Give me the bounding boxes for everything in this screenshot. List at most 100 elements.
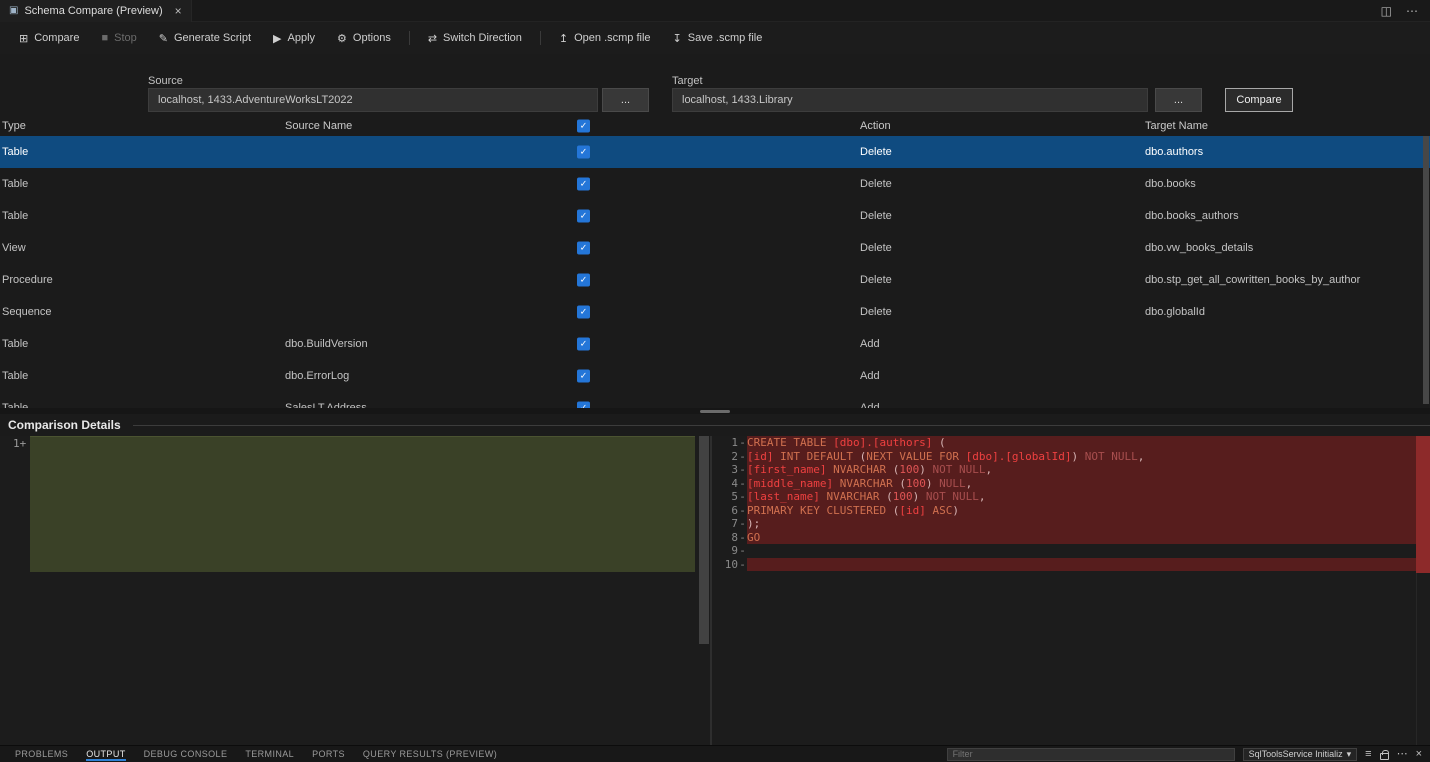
toolbar-separator	[540, 31, 541, 45]
table-row[interactable]: TableSalesLT.Address✓Add	[0, 392, 1430, 408]
row-include-checkbox[interactable]: ✓	[577, 306, 590, 319]
row-action: Delete	[860, 146, 892, 158]
row-checkbox-cell: ✓	[577, 338, 590, 351]
lock-scroll-icon[interactable]	[1380, 753, 1389, 760]
comparison-details-header: Comparison Details	[0, 414, 1430, 436]
switch-direction-icon: ⇄	[428, 32, 437, 45]
tab-close-icon[interactable]: ×	[175, 4, 182, 18]
toolbar-switch-direction-button[interactable]: ⇄Switch Direction	[417, 27, 533, 50]
row-include-checkbox[interactable]: ✓	[577, 274, 590, 287]
toolbar-generate-script-button[interactable]: ✎Generate Script	[148, 27, 262, 50]
row-include-checkbox[interactable]: ✓	[577, 338, 590, 351]
overview-removed-marker	[1416, 436, 1430, 573]
table-row[interactable]: Procedure✓Deletedbo.stp_get_all_cowritte…	[0, 264, 1430, 296]
table-row[interactable]: Table✓Deletedbo.books	[0, 168, 1430, 200]
diff-code-line: 7-);	[712, 517, 1430, 531]
line-number: 4	[712, 477, 738, 491]
panel-tab-ports[interactable]: PORTS	[303, 746, 354, 762]
diff-code-line: 9-	[712, 544, 1430, 558]
split-editor-icon[interactable]: ◫	[1381, 4, 1392, 18]
tab-schema-compare[interactable]: ▣ Schema Compare (Preview) ×	[0, 0, 192, 22]
details-divider	[133, 425, 1430, 426]
diff-code-line: 8-GO	[712, 531, 1430, 545]
output-filter-input[interactable]	[947, 748, 1235, 761]
toolbar-compare-label: Compare	[34, 32, 79, 44]
toolbar-stop-label: Stop	[114, 32, 137, 44]
row-type: Table	[2, 178, 28, 190]
toolbar-compare-button[interactable]: ⊞Compare	[8, 27, 90, 50]
source-pane-scrollbar[interactable]	[699, 436, 709, 644]
toolbar-options-label: Options	[353, 32, 391, 44]
diff-source-pane[interactable]: 1+	[0, 436, 712, 745]
target-connection-input[interactable]	[672, 88, 1148, 112]
line-number: 10	[712, 558, 738, 572]
column-header-type[interactable]: Type	[2, 120, 26, 132]
save-scmp-icon: ↧	[673, 32, 682, 45]
table-row[interactable]: Sequence✓Deletedbo.globalId	[0, 296, 1430, 328]
output-channel-select[interactable]: SqlToolsService Initializ ▾	[1243, 748, 1358, 761]
code-text: );	[747, 517, 1430, 531]
table-row[interactable]: Table✓Deletedbo.books_authors	[0, 200, 1430, 232]
diff-target-pane[interactable]: 1-CREATE TABLE [dbo].[authors] (2-[id] I…	[712, 436, 1430, 745]
toolbar-save-scmp-button[interactable]: ↧Save .scmp file	[662, 27, 774, 50]
line-number: 3	[712, 463, 738, 477]
row-action: Delete	[860, 210, 892, 222]
close-panel-icon[interactable]: ×	[1416, 749, 1422, 760]
sash-grip[interactable]	[700, 410, 730, 413]
table-row[interactable]: View✓Deletedbo.vw_books_details	[0, 232, 1430, 264]
target-browse-button[interactable]: ...	[1155, 88, 1202, 112]
panel-tab-terminal[interactable]: TERMINAL	[236, 746, 303, 762]
diff-removed-marker: -	[738, 436, 747, 450]
row-action: Delete	[860, 178, 892, 190]
panel-tab-problems[interactable]: PROBLEMS	[6, 746, 77, 762]
more-panel-actions-icon[interactable]: ⋯	[1397, 749, 1408, 760]
column-header-source-name[interactable]: Source Name	[285, 120, 352, 132]
overview-ruler[interactable]	[1416, 436, 1430, 745]
row-checkbox-cell: ✓	[577, 370, 590, 383]
target-code-lines: 1-CREATE TABLE [dbo].[authors] (2-[id] I…	[712, 436, 1430, 571]
table-row[interactable]: Tabledbo.ErrorLog✓Add	[0, 360, 1430, 392]
chevron-down-icon: ▾	[1347, 749, 1352, 760]
table-row[interactable]: Tabledbo.BuildVersion✓Add	[0, 328, 1430, 360]
output-list-icon[interactable]: ≡	[1365, 749, 1371, 760]
toolbar-apply-label: Apply	[288, 32, 316, 44]
row-include-checkbox[interactable]: ✓	[577, 146, 590, 159]
more-editor-actions-icon[interactable]: ⋯	[1406, 4, 1418, 18]
panel-tab-debug-console[interactable]: DEBUG CONSOLE	[135, 746, 237, 762]
row-include-checkbox[interactable]: ✓	[577, 210, 590, 223]
column-header-action[interactable]: Action	[860, 120, 891, 132]
diff-removed-marker: -	[738, 531, 747, 545]
diff-code-line: 3-[first_name] NVARCHAR (100) NOT NULL,	[712, 463, 1430, 477]
row-include-checkbox[interactable]: ✓	[577, 370, 590, 383]
toolbar-open-scmp-button[interactable]: ↥Open .scmp file	[548, 27, 662, 50]
diff-code-line: 6-PRIMARY KEY CLUSTERED ([id] ASC)	[712, 504, 1430, 518]
editor-actions: ◫⋯	[1381, 4, 1430, 18]
grid-vertical-scrollbar[interactable]	[1423, 136, 1429, 404]
diff-editor: 1+ 1-CREATE TABLE [dbo].[authors] (2-[id…	[0, 436, 1430, 745]
code-text: [first_name] NVARCHAR (100) NOT NULL,	[747, 463, 1430, 477]
row-source-name: dbo.ErrorLog	[285, 370, 349, 382]
table-row[interactable]: Table✓Deletedbo.authors	[0, 136, 1430, 168]
panel-tab-query-results-preview[interactable]: QUERY RESULTS (PREVIEW)	[354, 746, 506, 762]
row-type: Sequence	[2, 306, 52, 318]
grid-rows: Table✓Deletedbo.authorsTable✓Deletedbo.b…	[0, 136, 1430, 408]
toolbar-options-button[interactable]: ⚙Options	[326, 27, 402, 50]
diff-code-line: 4-[middle_name] NVARCHAR (100) NULL,	[712, 477, 1430, 491]
panel-tab-output[interactable]: OUTPUT	[77, 746, 134, 762]
row-include-checkbox[interactable]: ✓	[577, 178, 590, 191]
line-number: 6	[712, 504, 738, 518]
select-all-checkbox[interactable]: ✓	[577, 120, 590, 133]
row-checkbox-cell: ✓	[577, 306, 590, 319]
source-browse-button[interactable]: ...	[602, 88, 649, 112]
column-header-target-name[interactable]: Target Name	[1145, 120, 1208, 132]
line-number: 2	[712, 450, 738, 464]
compare-button[interactable]: Compare	[1225, 88, 1293, 112]
grid-header: Type Source Name ✓ Action Target Name	[0, 116, 1430, 136]
toolbar-apply-button[interactable]: ▶Apply	[262, 27, 326, 50]
source-connection-input[interactable]	[148, 88, 598, 112]
row-type: View	[2, 242, 26, 254]
row-include-checkbox[interactable]: ✓	[577, 242, 590, 255]
toolbar-generate-script-label: Generate Script	[174, 32, 251, 44]
row-target-name: dbo.stp_get_all_cowritten_books_by_autho…	[1145, 274, 1360, 286]
code-text: [middle_name] NVARCHAR (100) NULL,	[747, 477, 1430, 491]
